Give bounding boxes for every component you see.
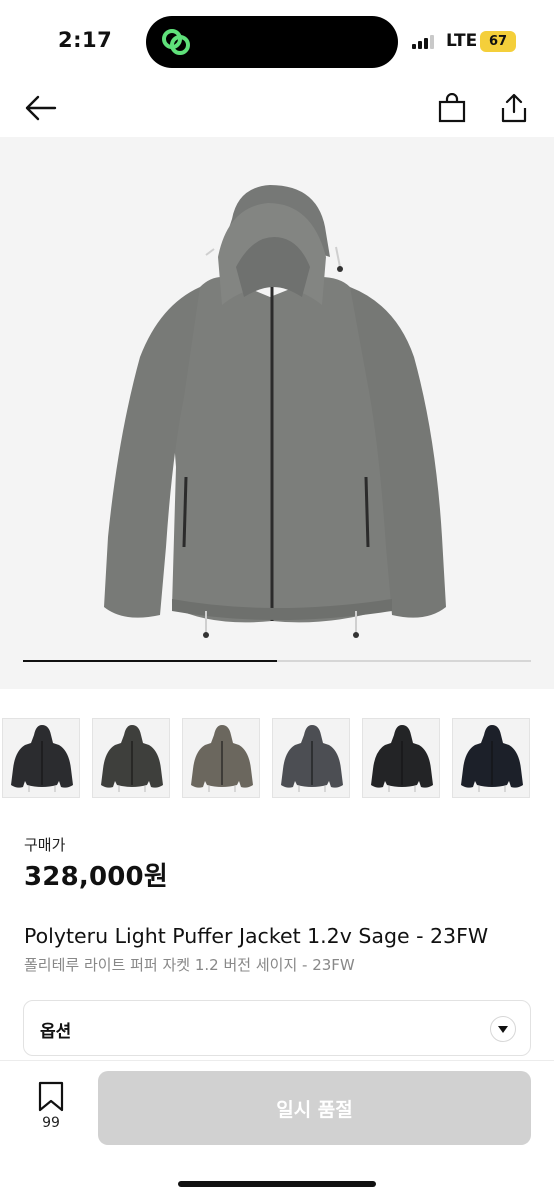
price: 328,000원 [24, 862, 168, 892]
network-label: LTE [446, 31, 478, 51]
product-name-ko: 폴리테루 라이트 퍼퍼 자켓 1.2 버전 세이지 - 23FW [24, 956, 355, 974]
cart-button[interactable] [432, 88, 472, 128]
battery-level: 67 [488, 34, 508, 49]
thumbnail-jacket-image [461, 725, 523, 792]
thumbnail-jacket-image [371, 725, 433, 792]
thumbnail-4[interactable] [272, 718, 350, 798]
shopping-bag-icon [438, 93, 466, 123]
carousel-progress [23, 660, 531, 662]
thumbnail-jacket-image [191, 725, 253, 792]
jacket-image [104, 185, 446, 638]
price-label: 구매가 [24, 836, 66, 854]
home-indicator [178, 1181, 376, 1187]
bookmark-icon [38, 1081, 64, 1112]
thumbnail-jacket-image [281, 725, 343, 792]
caret-down-icon [490, 1016, 516, 1042]
carousel-progress-fill [23, 660, 277, 662]
link-loop-icon [162, 29, 190, 55]
product-name-en: Polyteru Light Puffer Jacket 1.2v Sage -… [24, 924, 489, 948]
thumbnail-jacket-image [11, 725, 73, 792]
thumbnail-2[interactable] [92, 718, 170, 798]
share-button[interactable] [494, 88, 534, 128]
thumbnail-1[interactable] [2, 718, 80, 798]
dynamic-island [146, 16, 398, 68]
option-select[interactable]: 옵션 [23, 1000, 531, 1056]
thumbnail-3[interactable] [182, 718, 260, 798]
bookmark-count: 99 [42, 1115, 60, 1131]
signal-icon [412, 35, 434, 49]
nav-bar [0, 80, 554, 136]
thumbnail-jacket-image [101, 725, 163, 792]
thumbnail-6[interactable] [452, 718, 530, 798]
share-icon [501, 93, 527, 123]
soldout-button[interactable]: 일시 품절 [98, 1071, 531, 1145]
status-time: 2:17 [58, 28, 113, 52]
battery-icon: 67 [480, 31, 516, 52]
status-bar: 2:17 LTE 67 [0, 0, 554, 80]
option-label: 옵션 [40, 1022, 72, 1042]
bookmark-button[interactable]: 99 [28, 1081, 74, 1137]
bottom-action-bar: 99 일시 품절 [0, 1060, 554, 1200]
back-button[interactable] [20, 88, 60, 128]
product-image-carousel[interactable] [0, 137, 554, 689]
arrow-left-icon [25, 95, 57, 121]
thumbnail-strip [0, 718, 554, 798]
thumbnail-5[interactable] [362, 718, 440, 798]
